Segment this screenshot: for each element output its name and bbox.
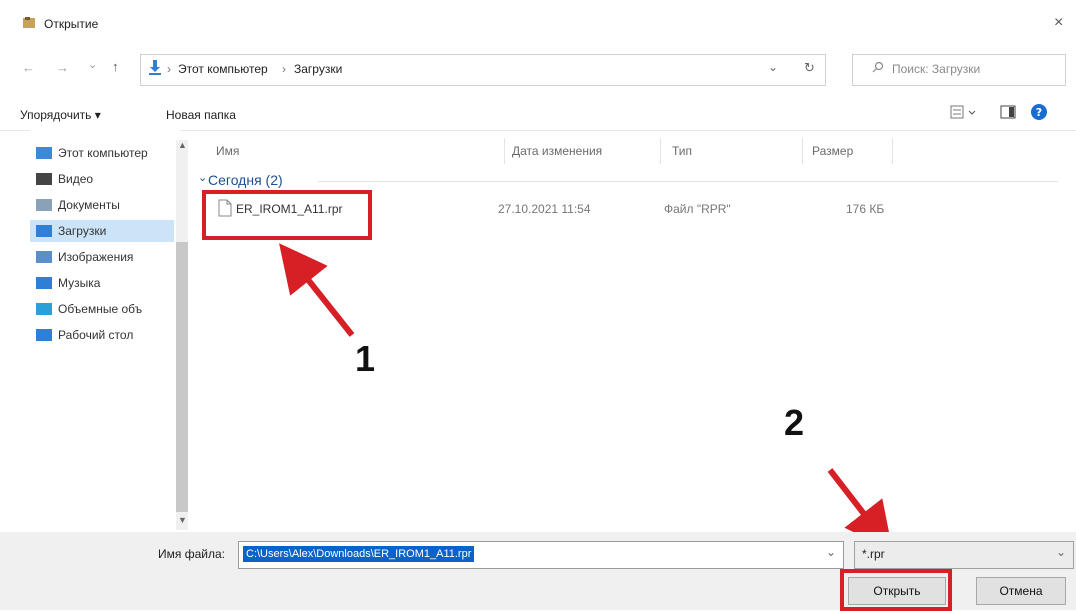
annotation-arrow-2 <box>827 468 893 551</box>
filename-label: Имя файла: <box>158 547 225 561</box>
filename-dropdown-icon[interactable]: ⌄ <box>826 545 836 559</box>
filename-value[interactable]: C:\Users\Alex\Downloads\ER_IROM1_A11.rpr <box>243 546 475 562</box>
annotation-arrows <box>279 243 893 551</box>
filter-dropdown-icon[interactable]: ⌄ <box>1056 545 1066 559</box>
highlight-box-open <box>840 569 952 611</box>
file-type-filter[interactable] <box>854 541 1074 569</box>
annotation-label-1: 1 <box>355 338 376 379</box>
file-type-value: *.rpr <box>862 547 885 561</box>
annotation-label-2: 2 <box>784 402 805 443</box>
cancel-button[interactable]: Отмена <box>976 577 1066 605</box>
annotation-arrow-1 <box>279 243 355 337</box>
